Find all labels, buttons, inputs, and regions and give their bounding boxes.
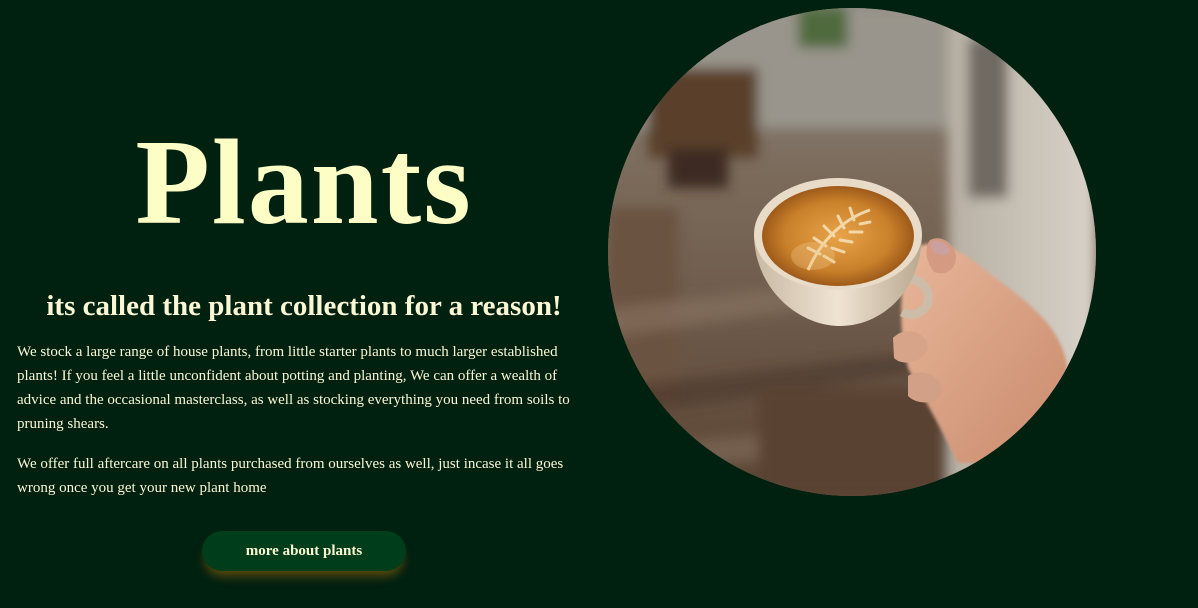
coffee-photo-illustration (608, 8, 1096, 496)
plants-section: Plants its called the plant collection f… (0, 0, 1198, 608)
more-about-plants-button[interactable]: more about plants (202, 531, 406, 571)
aftercare-paragraph: We offer full aftercare on all plants pu… (17, 456, 564, 496)
page-title: Plants (135, 115, 473, 250)
section-subtitle: its called the plant collection for a re… (46, 290, 562, 322)
intro-paragraph: We stock a large range of house plants, … (17, 344, 570, 432)
coffee-cup-photo (608, 8, 1096, 496)
